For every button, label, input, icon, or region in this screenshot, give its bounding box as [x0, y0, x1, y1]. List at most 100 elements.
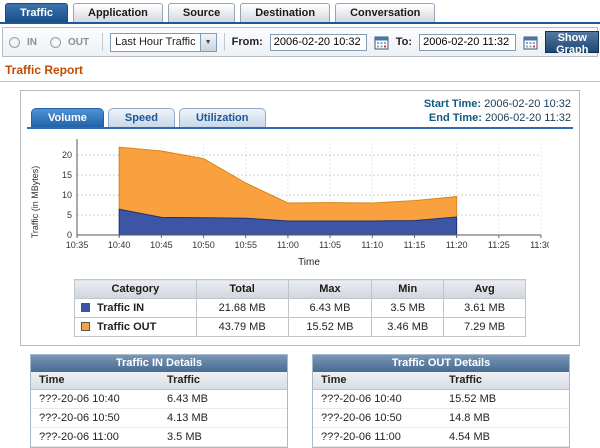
period-select-value: Last Hour Traffic: [111, 36, 200, 48]
table-row: ???-20-06 10:40 6.43 MB: [31, 390, 287, 409]
svg-text:10:45: 10:45: [150, 240, 173, 250]
cell-total: 43.79 MB: [196, 318, 288, 337]
svg-text:11:00: 11:00: [277, 240, 299, 250]
svg-text:5: 5: [67, 210, 72, 220]
svg-text:11:25: 11:25: [488, 240, 510, 250]
table-row: ???-20-06 10:50 4.13 MB: [31, 409, 287, 428]
col-header-min: Min: [372, 280, 444, 299]
svg-text:15: 15: [62, 170, 72, 180]
in-radio-label: IN: [27, 37, 37, 48]
col-header-traffic: Traffic: [159, 372, 287, 389]
cell-min: 3.46 MB: [372, 318, 444, 337]
time-range-info: Start Time: 2006-02-20 10:32 End Time: 2…: [424, 97, 573, 127]
svg-text:20: 20: [62, 150, 72, 160]
tab-source[interactable]: Source: [168, 3, 235, 22]
traffic-out-legend-swatch: [81, 322, 90, 331]
summary-table: Category Total Max Min Avg Traffic IN 21…: [74, 279, 526, 337]
cell-time: ???-20-06 11:00: [313, 428, 441, 446]
cell-max: 15.52 MB: [288, 318, 372, 337]
cell-avg: 7.29 MB: [444, 318, 526, 337]
tab-conversation[interactable]: Conversation: [335, 3, 435, 22]
col-header-total: Total: [196, 280, 288, 299]
panel-tab-row: Volume Speed Utilization Start Time: 200…: [27, 97, 573, 129]
to-label: To:: [396, 36, 412, 48]
details-section: Traffic IN Details Time Traffic ???-20-0…: [30, 354, 570, 448]
page-title: Traffic Report: [0, 57, 600, 82]
svg-text:10:40: 10:40: [108, 240, 131, 250]
svg-text:11:05: 11:05: [319, 240, 341, 250]
tab-destination[interactable]: Destination: [240, 3, 330, 22]
svg-text:11:10: 11:10: [361, 240, 383, 250]
calendar-icon[interactable]: [374, 35, 389, 50]
cell-avg: 3.61 MB: [444, 299, 526, 318]
cell-time: ???-20-06 11:00: [31, 428, 159, 446]
svg-text:10:55: 10:55: [234, 240, 257, 250]
start-time-label: Start Time:: [424, 98, 481, 110]
table-row: Traffic IN 21.68 MB 6.43 MB 3.5 MB 3.61 …: [75, 299, 526, 318]
cell-max: 6.43 MB: [288, 299, 372, 318]
tab-utilization[interactable]: Utilization: [179, 108, 266, 127]
svg-text:Time: Time: [298, 257, 320, 268]
col-header-time: Time: [313, 372, 441, 389]
to-date-input[interactable]: [419, 34, 516, 51]
details-header-row: Time Traffic: [31, 372, 287, 390]
period-select[interactable]: Last Hour Traffic ▼: [110, 33, 217, 52]
cell-time: ???-20-06 10:50: [313, 409, 441, 427]
traffic-area-chart: Traffic (in MBytes) 10:3510:4010:4510:50…: [27, 135, 573, 269]
traffic-out-label: Traffic OUT: [97, 321, 156, 333]
tab-volume[interactable]: Volume: [31, 108, 104, 127]
from-date-input[interactable]: [270, 34, 367, 51]
col-header-max: Max: [288, 280, 372, 299]
table-row: ???-20-06 11:00 4.54 MB: [313, 428, 569, 447]
toolbar-separator: [102, 33, 103, 51]
traffic-in-label: Traffic IN: [97, 302, 144, 314]
tab-application[interactable]: Application: [73, 3, 163, 22]
traffic-out-details-table: Traffic OUT Details Time Traffic ???-20-…: [312, 354, 570, 448]
out-radio[interactable]: [50, 37, 61, 48]
calendar-icon[interactable]: [523, 35, 538, 50]
table-row: ???-20-06 10:40 15.52 MB: [313, 390, 569, 409]
summary-header-row: Category Total Max Min Avg: [75, 280, 526, 299]
svg-text:11:15: 11:15: [404, 240, 426, 250]
traffic-in-details-table: Traffic IN Details Time Traffic ???-20-0…: [30, 354, 288, 448]
y-axis-label: Traffic (in MBytes): [27, 135, 43, 269]
cell-min: 3.5 MB: [372, 299, 444, 318]
cell-total: 21.68 MB: [196, 299, 288, 318]
cell-traffic: 14.8 MB: [441, 409, 569, 427]
cell-time: ???-20-06 10:40: [313, 390, 441, 408]
table-row: ???-20-06 11:00 3.5 MB: [31, 428, 287, 447]
traffic-out-details-title: Traffic OUT Details: [313, 355, 569, 372]
in-radio[interactable]: [9, 37, 20, 48]
svg-text:0: 0: [67, 230, 72, 240]
col-header-time: Time: [31, 372, 159, 389]
svg-text:10:35: 10:35: [66, 240, 89, 250]
svg-text:11:30: 11:30: [530, 240, 549, 250]
col-header-category: Category: [75, 280, 197, 299]
chart-plot-area: 10:3510:4010:4510:5010:5511:0011:0511:10…: [43, 135, 549, 269]
traffic-report-panel: Volume Speed Utilization Start Time: 200…: [20, 90, 580, 346]
show-graph-button[interactable]: Show Graph: [545, 31, 599, 53]
traffic-in-details-title: Traffic IN Details: [31, 355, 287, 372]
from-label: From:: [232, 36, 263, 48]
tab-traffic[interactable]: Traffic: [5, 3, 68, 22]
traffic-in-legend-swatch: [81, 303, 90, 312]
details-header-row: Time Traffic: [313, 372, 569, 390]
cell-time: ???-20-06 10:50: [31, 409, 159, 427]
end-time-label: End Time:: [429, 112, 482, 124]
start-time-value: 2006-02-20 10:32: [484, 98, 571, 110]
end-time-value: 2006-02-20 11:32: [485, 112, 571, 124]
cell-time: ???-20-06 10:40: [31, 390, 159, 408]
chevron-down-icon[interactable]: ▼: [200, 34, 216, 51]
tab-speed[interactable]: Speed: [108, 108, 175, 127]
out-radio-label: OUT: [68, 37, 89, 48]
filter-toolbar: IN OUT Last Hour Traffic ▼ From: To: Sho…: [2, 27, 598, 57]
main-tab-bar: Traffic Application Source Destination C…: [0, 0, 600, 24]
cell-traffic: 15.52 MB: [441, 390, 569, 408]
svg-text:10: 10: [62, 190, 72, 200]
col-header-traffic: Traffic: [441, 372, 569, 389]
cell-traffic: 3.5 MB: [159, 428, 287, 446]
toolbar-separator: [224, 33, 225, 51]
cell-traffic: 4.54 MB: [441, 428, 569, 446]
col-header-avg: Avg: [444, 280, 526, 299]
svg-text:11:20: 11:20: [446, 240, 468, 250]
